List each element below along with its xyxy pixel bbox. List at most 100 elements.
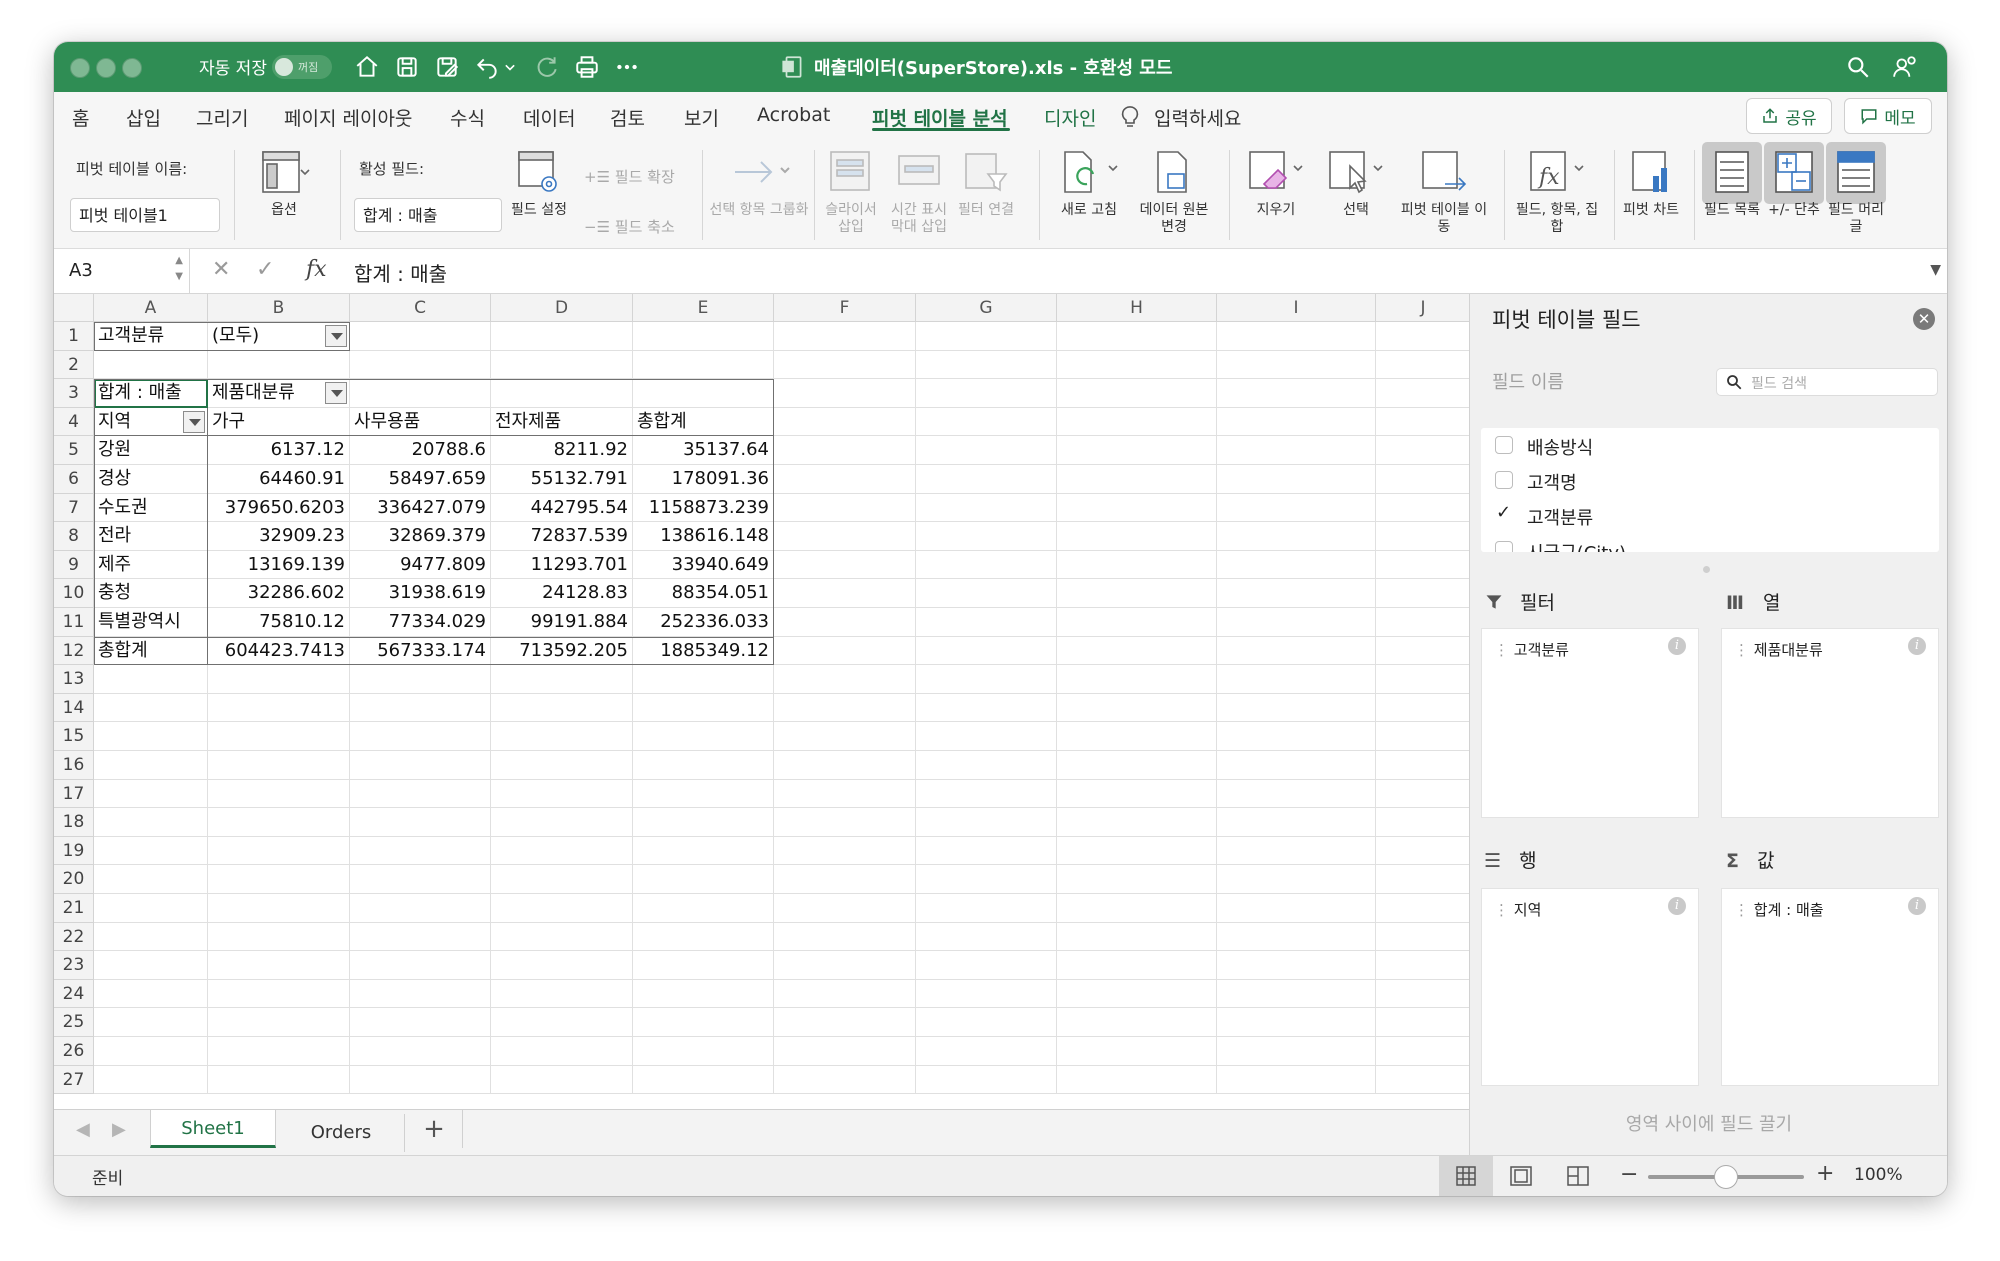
cell[interactable]	[491, 722, 633, 751]
column-header[interactable]: H	[1057, 294, 1217, 322]
filter-field-item[interactable]: ⋮ 고객분류	[1494, 639, 1569, 660]
cell[interactable]	[774, 865, 916, 894]
pivot-cell[interactable]: 9477.809	[350, 550, 491, 580]
active-field-input[interactable]: 합계 : 매출	[354, 198, 502, 232]
cell[interactable]	[94, 751, 208, 780]
cell[interactable]	[774, 636, 916, 666]
cell[interactable]	[94, 1065, 208, 1095]
cell[interactable]	[94, 693, 208, 723]
tab-review[interactable]: 검토	[610, 104, 645, 131]
cell[interactable]	[1376, 322, 1469, 351]
cell[interactable]	[1376, 1037, 1469, 1066]
cell[interactable]	[1376, 722, 1469, 751]
cell[interactable]	[916, 751, 1057, 780]
cell[interactable]	[208, 836, 350, 866]
cell[interactable]	[350, 1037, 491, 1066]
filters-drop-zone[interactable]: ⋮ 고객분류 i	[1481, 628, 1699, 818]
column-header[interactable]: C	[350, 294, 491, 322]
info-icon[interactable]: i	[1668, 637, 1686, 655]
field-list-button[interactable]: 필드 목록	[1702, 148, 1762, 219]
pivot-cell[interactable]: 58497.659	[350, 465, 491, 494]
tab-design[interactable]: 디자인	[1044, 104, 1096, 131]
cell[interactable]	[916, 436, 1057, 465]
cell[interactable]	[1217, 379, 1376, 408]
cell[interactable]	[1217, 894, 1376, 923]
cell[interactable]	[1217, 579, 1376, 608]
pivot-cell[interactable]: 6137.12	[208, 436, 350, 465]
column-header[interactable]: E	[633, 294, 774, 322]
search-icon[interactable]	[1841, 50, 1875, 84]
expand-formula-icon[interactable]: ▼	[1930, 262, 1941, 278]
cell[interactable]	[350, 1008, 491, 1037]
row-header[interactable]: 21	[54, 894, 94, 923]
row-header[interactable]: 14	[54, 693, 94, 723]
column-header[interactable]: I	[1217, 294, 1376, 322]
next-sheet-icon[interactable]: ▶	[112, 1119, 126, 1140]
cell[interactable]	[491, 350, 633, 380]
cell[interactable]	[208, 951, 350, 980]
cell[interactable]	[916, 865, 1057, 894]
cell[interactable]	[633, 751, 774, 780]
cell[interactable]	[350, 693, 491, 723]
column-header[interactable]: B	[208, 294, 350, 322]
cell[interactable]	[774, 722, 916, 751]
cell[interactable]	[1376, 923, 1469, 952]
column-header[interactable]: J	[1376, 294, 1469, 322]
cell[interactable]	[350, 722, 491, 751]
cell[interactable]	[774, 522, 916, 551]
pivot-cell[interactable]: 178091.36	[633, 465, 774, 494]
cell[interactable]	[774, 836, 916, 866]
column-header[interactable]: G	[916, 294, 1057, 322]
pivot-cell[interactable]: 고객분류	[94, 322, 208, 351]
pivot-cell[interactable]: 전자제품	[491, 407, 633, 437]
more-options-icon[interactable]	[610, 50, 644, 84]
cell[interactable]	[491, 322, 633, 351]
cell[interactable]	[491, 665, 633, 694]
cell[interactable]	[774, 922, 916, 952]
field-item-customer-name[interactable]: 고객명	[1495, 469, 1577, 495]
pivot-cell[interactable]: 72837.539	[491, 522, 633, 551]
worksheet-grid[interactable]: A B C D E F G H I J 1 2 3 4 5 6 7 8 9 10 11 12 13 14 15 16 17 18 19 2…	[54, 294, 1469, 1109]
cell[interactable]	[633, 808, 774, 837]
cell[interactable]	[1057, 1065, 1217, 1095]
cell[interactable]	[1376, 808, 1469, 837]
pivot-cell[interactable]: 35137.64	[633, 436, 774, 465]
pivot-cell[interactable]: 제주	[94, 550, 208, 580]
column-header[interactable]: F	[774, 294, 916, 322]
cell[interactable]	[491, 922, 633, 952]
cell[interactable]	[916, 722, 1057, 751]
cell[interactable]	[916, 951, 1057, 980]
cell[interactable]	[916, 608, 1057, 637]
field-item-customer-segment[interactable]: ✓ 고객분류	[1495, 502, 1593, 530]
filter-dropdown-button[interactable]	[325, 325, 347, 347]
field-checkbox-checked[interactable]: ✓	[1495, 502, 1513, 524]
row-header[interactable]: 22	[54, 922, 94, 952]
autosave-toggle[interactable]: 꺼짐	[272, 55, 332, 79]
share-button[interactable]: 공유	[1746, 98, 1832, 134]
pivot-cell[interactable]: 32909.23	[208, 522, 350, 551]
cell[interactable]	[916, 465, 1057, 494]
account-icon[interactable]	[1888, 50, 1922, 84]
cell[interactable]	[350, 779, 491, 809]
cell[interactable]	[94, 350, 208, 380]
sheet-tab-sheet1[interactable]: Sheet1	[150, 1110, 276, 1148]
cell[interactable]	[1376, 551, 1469, 580]
pivot-cell[interactable]: 24128.83	[491, 579, 633, 608]
cell[interactable]	[350, 322, 491, 351]
cell[interactable]	[491, 379, 633, 408]
cell[interactable]	[1217, 493, 1376, 523]
cell[interactable]	[1376, 751, 1469, 780]
zoom-level[interactable]: 100%	[1854, 1165, 1903, 1185]
row-header[interactable]: 3	[54, 379, 94, 408]
cell[interactable]	[94, 1037, 208, 1066]
pivot-cell[interactable]: 11293.701	[491, 550, 633, 580]
cell[interactable]	[633, 951, 774, 980]
cell[interactable]	[1376, 1008, 1469, 1037]
row-header[interactable]: 15	[54, 722, 94, 751]
cell[interactable]	[1217, 407, 1376, 437]
info-icon[interactable]: i	[1908, 897, 1926, 915]
cell[interactable]	[1057, 579, 1217, 608]
cell[interactable]	[774, 951, 916, 980]
cell[interactable]	[491, 836, 633, 866]
cell[interactable]	[1376, 436, 1469, 465]
